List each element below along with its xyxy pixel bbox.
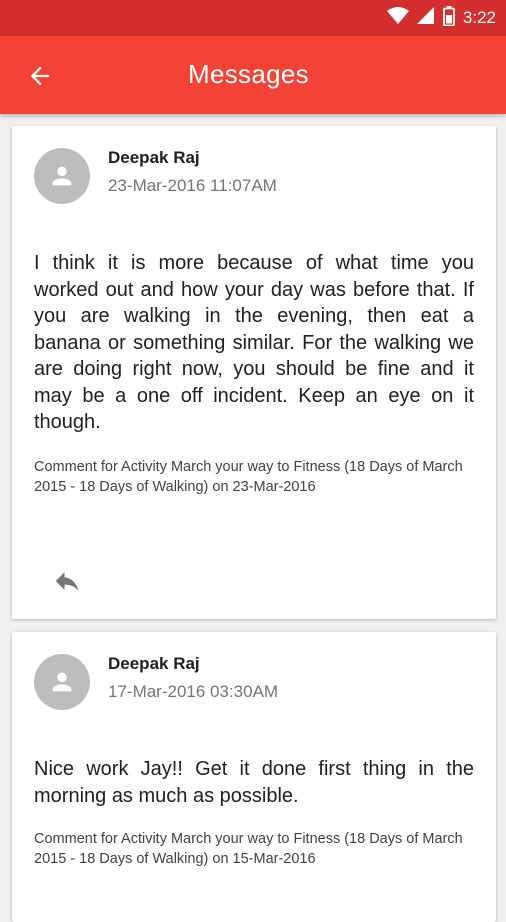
signal-icon [416,6,435,30]
person-icon [52,672,72,692]
avatar [34,148,90,204]
page-title: Messages [188,59,309,89]
avatar [34,654,90,710]
wifi-icon [386,6,409,30]
author-name: Deepak Raj [108,654,200,673]
message-date: 23-Mar-2016 11:07AM [108,176,277,195]
app-bar: Messages [0,36,506,114]
activity-meta: Comment for Activity March your way to F… [34,459,463,495]
activity-meta: Comment for Activity March your way to F… [34,831,463,867]
message-body: I think it is more because of what time … [34,252,474,433]
author-name: Deepak Raj [108,148,200,167]
reply-icon[interactable] [52,566,82,596]
battery-icon [443,5,455,31]
arrow-back-icon[interactable] [26,62,54,90]
person-icon [52,166,72,186]
message-card: Deepak Raj 17-Mar-2016 03:30AM Nice work… [12,632,496,922]
status-time: 3:22 [462,8,496,27]
status-bar: 3:22 [0,0,506,36]
message-date: 17-Mar-2016 03:30AM [108,682,279,701]
message-card: Deepak Raj 23-Mar-2016 11:07AM I think i… [12,126,496,619]
message-body: Nice work Jay!! Get it done first thing … [34,758,474,807]
